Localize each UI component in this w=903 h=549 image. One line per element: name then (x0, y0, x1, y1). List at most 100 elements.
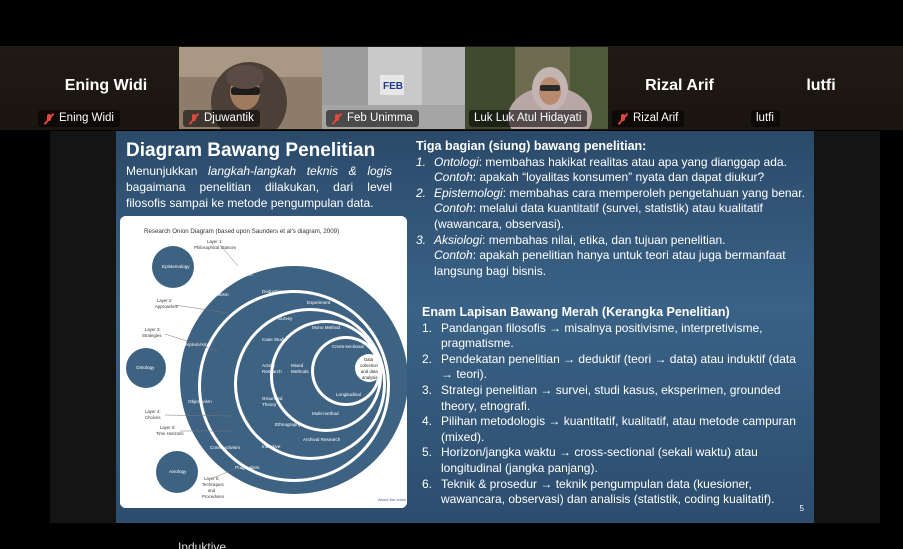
layer2-label: Layer 2: (157, 298, 173, 303)
section1-item: 2. Epistemologi: membahas cara memperole… (416, 186, 806, 233)
item-term: Aksiologi (434, 232, 483, 247)
label-longitudinal: Longitudinal (336, 392, 361, 397)
label-action-research: Action (262, 363, 275, 368)
section2-title: Enam Lapisan Bawang Merah (Kerangka Pene… (422, 305, 730, 319)
item-number: 3. (422, 382, 433, 397)
participant-label: Ening Widi (38, 110, 120, 127)
mic-muted-icon (331, 113, 343, 125)
participant-tile-lutfi[interactable]: lutfi lutfi (751, 47, 891, 129)
layer3-label: Layer 3: (145, 327, 161, 332)
label-data-1: Data (364, 357, 374, 362)
label-objectivism: Objectivism (188, 399, 212, 404)
participant-label-text: Luk Luk Atul Hidayati (474, 112, 582, 124)
partial-caption-text: Induktive (178, 540, 227, 549)
layer4-sub: Choices (145, 415, 161, 420)
section2-item: 6. Teknik & prosedur → teknik pengumpulan… (422, 477, 808, 508)
participant-tile-rizal-arif[interactable]: Rizal Arif Rizal Arif (608, 47, 751, 129)
mic-muted-icon (188, 113, 200, 125)
slide-page-number: 5 (799, 504, 804, 513)
item-text: : membahas hakikat realitas atau apa yan… (478, 154, 787, 169)
section-three-parts: Tiga bagian (siung) bawang penelitian: 1… (416, 139, 806, 279)
participant-name: Rizal Arif (645, 77, 714, 94)
research-onion-svg: Research Onion Diagram (based upon Saund… (120, 216, 407, 508)
layer1-label: Layer 1: (207, 239, 223, 244)
mic-muted-icon (43, 113, 55, 125)
example-label: Contoh (434, 248, 473, 263)
item-term: Ontologi (434, 154, 479, 169)
label-epistemology: Epistemology (162, 264, 190, 269)
section-six-layers: Enam Lapisan Bawang Merah (Kerangka Pene… (422, 305, 808, 508)
slide-intro: Menunjukkan langkah-langkah teknis & log… (126, 163, 392, 211)
participant-tile-feb-unimma[interactable]: FEB Feb Unimma (322, 47, 465, 129)
label-data-2: collection (360, 363, 379, 368)
participant-tile-djuwantik[interactable]: Djuwantik (179, 47, 322, 129)
label-data-4: analysis (362, 375, 378, 380)
diagram-title: Research Onion Diagram (based upon Saund… (144, 228, 339, 235)
participant-label: Djuwantik (183, 110, 260, 127)
mic-muted-icon (617, 113, 629, 125)
layer5-label: Layer 5: (160, 425, 176, 430)
label-archival-research: Archival Research (303, 437, 341, 442)
item-number: 1. (422, 320, 433, 335)
item-number: 4. (422, 414, 433, 429)
participant-label: lutfi (751, 110, 780, 127)
slide-intro-text-2: bagaimana penelitian dilakukan, dari lev… (126, 180, 392, 210)
item-text: : membahas cara memperoleh pengetahuan y… (502, 185, 805, 200)
section1-title: Tiga bagian (siung) bawang penelitian: (416, 139, 647, 153)
label-grounded-theory: Grounded (262, 396, 283, 401)
research-onion-diagram: Research Onion Diagram (based upon Saund… (120, 216, 407, 508)
video-conference-window: Ening Widi Ening Widi Djuwantik FEB Feb … (0, 0, 903, 549)
item-text: Strategi penelitian → survei, studi kasu… (441, 382, 781, 413)
layer5-sub: Time Horizons (156, 431, 184, 436)
layer2-sub: Approaches (155, 304, 178, 309)
label-realism: Realism (236, 272, 253, 277)
label-multi-method: Multi-method (312, 411, 339, 416)
example-text: : melalui data kuantitatif (survei, stat… (434, 201, 763, 231)
participant-label: Luk Luk Atul Hidayati (469, 110, 588, 127)
item-number: 2. (422, 351, 433, 366)
presentation-slide: Diagram Bawang Penelitian Menunjukkan la… (116, 131, 814, 523)
slide-title: Diagram Bawang Penelitian (126, 140, 376, 161)
slide-intro-emphasis: langkah-langkah teknis & logis (208, 164, 392, 178)
item-text: Horizon/jangka waktu → cross-sectional (… (441, 445, 758, 475)
slide-margin-right (814, 131, 880, 523)
section1-item: 3. Aksiologi: membahas nilai, etika, dan… (416, 233, 806, 280)
slide-margin-left (50, 131, 116, 523)
section2-item: 1. Pandangan filosofis → misalnya positiv… (422, 321, 808, 352)
item-number: 1. (416, 154, 427, 169)
participant-label-text: Ening Widi (59, 112, 114, 124)
slide-intro-text: Menunjukkan (126, 164, 209, 178)
participant-label-text: Feb Unimma (347, 112, 413, 124)
label-realism-2: Realism (212, 292, 229, 297)
label-axiology: Axiology (169, 469, 187, 474)
participant-name: lutfi (806, 77, 836, 94)
label-mono-method: Mono Method (312, 325, 341, 330)
participant-label: Feb Unimma (326, 110, 419, 127)
participant-tile-luk-luk-atul-hidayati[interactable]: Luk Luk Atul Hidayati (465, 47, 608, 129)
item-text: Pandangan filosofis → misalnya positivis… (441, 320, 763, 351)
svg-text:FEB: FEB (383, 81, 403, 92)
label-cross-sectional: Cross-sectional (332, 344, 364, 349)
diagram-footer-link[interactable]: About the onion (378, 497, 406, 502)
example-text: : apakah “loyalitas konsumen” nyata dan … (472, 170, 765, 185)
section2-item: 3. Strategi penelitian → survei, studi ka… (422, 383, 808, 414)
example-label: Contoh (434, 201, 473, 216)
participant-label: Rizal Arif (612, 110, 685, 127)
label-mixed-methods: Mixed (291, 363, 304, 368)
item-number: 5. (422, 445, 433, 460)
layer4-label: Layer 4: (145, 409, 161, 414)
label-constructivism: Constructivism (210, 445, 240, 450)
item-text: Teknik & prosedur → teknik pengumpulan d… (441, 476, 775, 507)
label-action-research-b: Research (262, 369, 282, 374)
layer6-label: Layer 6: (204, 476, 220, 481)
participant-label-text: lutfi (756, 112, 774, 124)
participant-tile-ening-widi[interactable]: Ening Widi Ening Widi (34, 47, 178, 129)
item-text: : membahas nilai, etika, dan tujuan pene… (482, 232, 726, 247)
item-number: 6. (422, 476, 433, 491)
participant-strip: Ening Widi Ening Widi Djuwantik FEB Feb … (0, 0, 903, 130)
participant-name: Ening Widi (64, 77, 148, 94)
item-number: 2. (416, 185, 427, 200)
section2-item: 5. Horizon/jangka waktu → cross-sectional… (422, 445, 808, 476)
label-data-3: and data (361, 369, 378, 374)
label-deductive: Deductive (262, 289, 283, 294)
